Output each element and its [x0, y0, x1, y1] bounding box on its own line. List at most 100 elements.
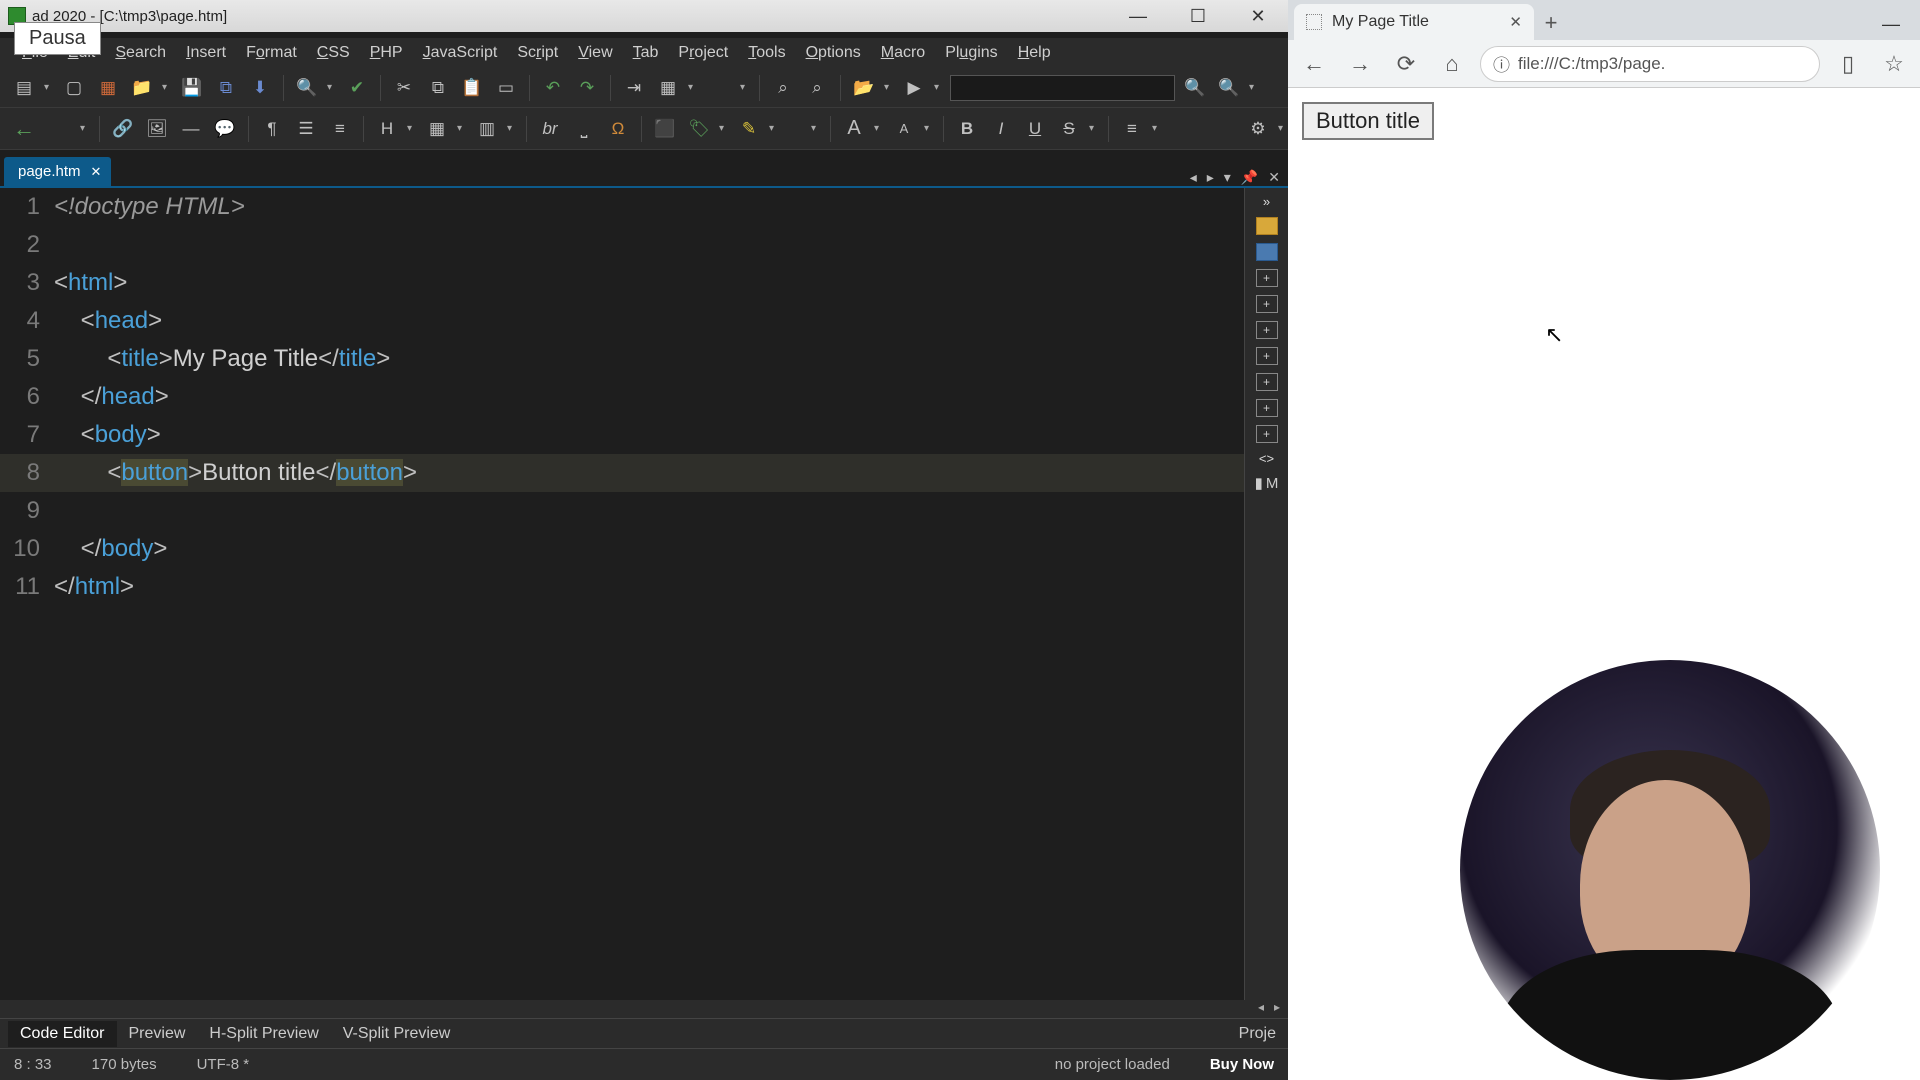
tab-dropdown-icon[interactable]: ▾: [1224, 169, 1231, 186]
panel-plus-4-icon[interactable]: +: [1256, 347, 1278, 365]
panel-screen-icon[interactable]: [1256, 243, 1278, 261]
save-all-icon[interactable]: ⧉: [212, 74, 240, 102]
panel-plus-1-icon[interactable]: +: [1256, 269, 1278, 287]
link-icon[interactable]: 🔗: [109, 115, 137, 143]
layout-icon[interactable]: ▦: [654, 74, 682, 102]
panel-folder-icon[interactable]: [1256, 217, 1278, 235]
menu-macro[interactable]: Macro: [873, 41, 933, 65]
export-icon[interactable]: ⬇: [246, 74, 274, 102]
menu-script[interactable]: Script: [509, 41, 566, 65]
panel-plus-2-icon[interactable]: +: [1256, 295, 1278, 313]
folder-icon[interactable]: 📁: [128, 74, 156, 102]
find-icon[interactable]: ⌕: [769, 74, 797, 102]
toolbar-search-input[interactable]: [950, 75, 1175, 101]
list-ul-icon[interactable]: ☰: [292, 115, 320, 143]
back-icon[interactable]: ←: [10, 115, 38, 143]
nav-home-icon[interactable]: ⌂: [1434, 46, 1470, 82]
panel-plus-3-icon[interactable]: +: [1256, 321, 1278, 339]
minimize-button[interactable]: —: [1108, 0, 1168, 32]
cut-icon[interactable]: ✂: [390, 74, 418, 102]
underline-icon[interactable]: U: [1021, 115, 1049, 143]
menu-format[interactable]: Format: [238, 41, 305, 65]
menu-help[interactable]: Help: [1010, 41, 1059, 65]
file-tab[interactable]: page.htm ✕: [4, 157, 111, 186]
menu-search[interactable]: Search: [107, 41, 174, 65]
run-icon[interactable]: ▶: [900, 74, 928, 102]
bottom-tab-preview[interactable]: Preview: [117, 1021, 198, 1047]
bottom-tab-hsplit[interactable]: H-Split Preview: [197, 1021, 330, 1047]
menu-tab[interactable]: Tab: [625, 41, 667, 65]
copy-icon[interactable]: ⧉: [424, 74, 452, 102]
browser-tab[interactable]: My Page Title ✕: [1294, 4, 1534, 40]
site-info-icon[interactable]: ⓘ: [1493, 51, 1510, 76]
heading-icon[interactable]: H: [373, 115, 401, 143]
table-icon[interactable]: ▦: [423, 115, 451, 143]
tag-color-icon[interactable]: 🏷: [685, 115, 713, 143]
new-file-icon[interactable]: ▤: [10, 74, 38, 102]
code-editor[interactable]: 1<!doctype HTML>2 3<html>4 <head>5 <titl…: [0, 188, 1244, 1000]
redo-icon[interactable]: ↷: [573, 74, 601, 102]
tab-next-icon[interactable]: ▸: [1207, 169, 1214, 186]
form-icon[interactable]: ▥: [473, 115, 501, 143]
br-icon[interactable]: br: [536, 115, 564, 143]
pin-icon[interactable]: 📌: [1241, 169, 1258, 186]
font-dec-icon[interactable]: A: [890, 115, 918, 143]
font-inc-icon[interactable]: A: [840, 115, 868, 143]
panel-code-icon[interactable]: <>: [1259, 451, 1274, 466]
close-button[interactable]: ✕: [1228, 0, 1288, 32]
highlight-icon[interactable]: ✎: [735, 115, 763, 143]
menu-insert[interactable]: Insert: [178, 41, 234, 65]
bold-icon[interactable]: B: [953, 115, 981, 143]
indent-icon[interactable]: ⇥: [620, 74, 648, 102]
reader-icon[interactable]: ▯: [1830, 46, 1866, 82]
browser-tab-close-icon[interactable]: ✕: [1509, 13, 1522, 31]
find-prev-icon[interactable]: 🔍: [1215, 74, 1243, 102]
panel-expand-icon[interactable]: »: [1263, 194, 1270, 209]
menu-css[interactable]: CSS: [309, 41, 358, 65]
menu-view[interactable]: View: [570, 41, 620, 65]
image-icon[interactable]: 🖼: [143, 115, 171, 143]
italic-icon[interactable]: I: [987, 115, 1015, 143]
browse-icon[interactable]: 📂: [850, 74, 878, 102]
tab-close-icon[interactable]: ✕: [91, 164, 102, 180]
bottom-tab-code[interactable]: Code Editor: [8, 1021, 117, 1047]
address-bar[interactable]: ⓘ file:///C:/tmp3/page.: [1480, 46, 1820, 82]
open-icon[interactable]: ▢: [60, 74, 88, 102]
align-icon[interactable]: ≡: [1118, 115, 1146, 143]
menu-options[interactable]: Options: [798, 41, 869, 65]
undo-icon[interactable]: ↶: [539, 74, 567, 102]
menu-php[interactable]: PHP: [362, 41, 411, 65]
hr-icon[interactable]: —: [177, 115, 205, 143]
search-icon[interactable]: 🔍: [293, 74, 321, 102]
panel-plus-6-icon[interactable]: +: [1256, 399, 1278, 417]
browser-minimize-button[interactable]: —: [1862, 8, 1920, 40]
comment-icon[interactable]: 💬: [211, 115, 239, 143]
replace-icon[interactable]: ⌕: [803, 74, 831, 102]
rendered-button[interactable]: Button title: [1302, 102, 1434, 140]
paragraph-icon[interactable]: ¶: [258, 115, 286, 143]
list-ol-icon[interactable]: ≡: [326, 115, 354, 143]
menu-plugins[interactable]: Plugins: [937, 41, 1006, 65]
panel-close-icon[interactable]: ✕: [1268, 169, 1280, 186]
template-icon[interactable]: ▦: [94, 74, 122, 102]
gear-icon[interactable]: ⚙: [1244, 115, 1272, 143]
nbsp-icon[interactable]: ⎵: [570, 115, 598, 143]
spellcheck-icon[interactable]: ✔: [343, 74, 371, 102]
hscroll-left-icon[interactable]: ◂: [1258, 1000, 1264, 1018]
tab-prev-icon[interactable]: ◂: [1190, 169, 1197, 186]
clipboard-icon[interactable]: ▭: [492, 74, 520, 102]
hscroll-right-icon[interactable]: ▸: [1274, 1000, 1280, 1018]
find-next-icon[interactable]: 🔍: [1181, 74, 1209, 102]
entity-icon[interactable]: Ω: [604, 115, 632, 143]
new-tab-button[interactable]: +: [1534, 6, 1568, 40]
menu-javascript[interactable]: JavaScript: [415, 41, 506, 65]
save-icon[interactable]: 💾: [178, 74, 206, 102]
bookmark-icon[interactable]: ☆: [1876, 46, 1912, 82]
bottom-tab-project[interactable]: Proje: [1227, 1021, 1288, 1047]
maximize-button[interactable]: ☐: [1168, 0, 1228, 32]
paste-icon[interactable]: 📋: [458, 74, 486, 102]
panel-plus-7-icon[interactable]: +: [1256, 425, 1278, 443]
bottom-tab-vsplit[interactable]: V-Split Preview: [331, 1021, 463, 1047]
strike-icon[interactable]: S: [1055, 115, 1083, 143]
menu-project[interactable]: Project: [670, 41, 736, 65]
